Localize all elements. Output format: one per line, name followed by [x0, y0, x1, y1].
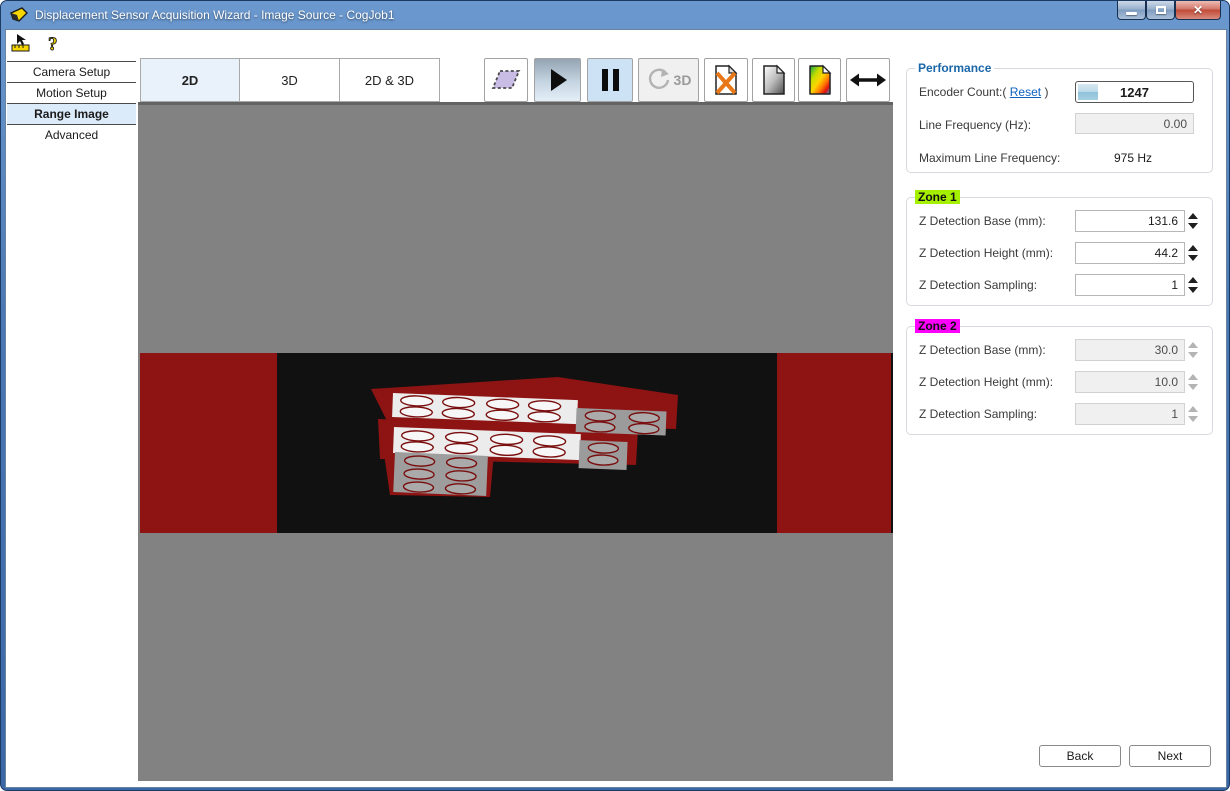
zone2-group: Zone 2 Z Detection Base (mm): 30.0 Z Det… [906, 326, 1213, 435]
zone1-base-value: 131.6 [1148, 214, 1178, 228]
zone2-base-spinner [1187, 339, 1199, 361]
fit-width-button[interactable] [846, 58, 890, 102]
performance-group-title: Performance [915, 61, 994, 75]
window-title: Displacement Sensor Acquisition Wizard -… [35, 8, 395, 22]
roi-region-button[interactable] [484, 58, 528, 102]
image-color-button[interactable] [798, 58, 841, 102]
zone1-sampling-value: 1 [1171, 278, 1178, 292]
image-color-icon [807, 64, 833, 96]
encoder-count-label-paren: ) [1044, 85, 1048, 99]
zone1-group: Zone 1 Z Detection Base (mm): 131.6 Z De… [906, 197, 1213, 306]
wizard-step-list: Camera Setup Motion Setup Range Image Ad… [7, 61, 136, 146]
encoder-count-number: 1247 [1120, 85, 1149, 100]
zone2-base-up-icon [1188, 342, 1198, 348]
zone1-height-input[interactable]: 44.2 [1075, 242, 1185, 264]
zone2-base-value: 30.0 [1155, 343, 1178, 357]
zone2-height-down-icon [1188, 384, 1198, 390]
rotate-3d-icon [646, 67, 672, 93]
zone2-sampling-spinner [1187, 403, 1199, 425]
sidebar-item-camera-setup[interactable]: Camera Setup [7, 61, 136, 82]
close-icon: ✕ [1193, 3, 1203, 17]
zone2-sampling-input: 1 [1075, 403, 1185, 425]
back-button[interactable]: Back [1039, 745, 1121, 767]
sidebar-item-advanced[interactable]: Advanced [7, 125, 136, 146]
zone1-height-down-icon[interactable] [1188, 255, 1198, 261]
line-frequency-label: Line Frequency (Hz): [919, 118, 1031, 132]
play-button[interactable] [534, 58, 581, 102]
app-icon [9, 6, 29, 24]
zone1-height-value: 44.2 [1155, 246, 1178, 260]
zone2-base-input: 30.0 [1075, 339, 1185, 361]
zone2-sampling-down-icon [1188, 416, 1198, 422]
pause-icon [602, 69, 619, 91]
zone1-base-input[interactable]: 131.6 [1075, 210, 1185, 232]
minimize-icon [1126, 12, 1137, 15]
sidebar-item-motion-setup[interactable]: Motion Setup [7, 82, 136, 103]
view-mode-tabs: 2D 3D 2D & 3D [140, 58, 440, 102]
help-icon[interactable]: ? [43, 33, 65, 53]
zone2-sampling-label: Z Detection Sampling: [919, 407, 1037, 421]
zone2-height-value: 10.0 [1155, 375, 1178, 389]
svg-text:?: ? [48, 34, 58, 53]
sidebar-item-range-image[interactable]: Range Image [7, 103, 136, 125]
zone1-base-down-icon[interactable] [1188, 223, 1198, 229]
zone2-sampling-value: 1 [1171, 407, 1178, 421]
fit-width-icon [850, 72, 886, 88]
zone1-sampling-up-icon[interactable] [1188, 277, 1198, 283]
max-line-frequency-value: 975 Hz [1114, 151, 1152, 165]
line-frequency-number: 0.00 [1164, 117, 1187, 131]
title-bar[interactable]: Displacement Sensor Acquisition Wizard -… [5, 1, 1227, 29]
zone1-group-title: Zone 1 [915, 190, 960, 204]
zone2-height-input: 10.0 [1075, 371, 1185, 393]
tab-2d-and-3d[interactable]: 2D & 3D [340, 58, 440, 102]
encoder-count-label-text: Encoder Count:( [919, 85, 1006, 99]
next-button[interactable]: Next [1129, 745, 1211, 767]
image-off-icon [712, 64, 740, 96]
zone1-height-spinner [1187, 242, 1199, 264]
zone1-sampling-input[interactable]: 1 [1075, 274, 1185, 296]
zone1-height-up-icon[interactable] [1188, 245, 1198, 251]
zone2-group-title: Zone 2 [915, 319, 960, 333]
max-line-frequency-label: Maximum Line Frequency: [919, 151, 1060, 165]
zone1-base-spinner [1187, 210, 1199, 232]
performance-group: Performance Encoder Count:( Reset ) 1247… [906, 68, 1213, 173]
encoder-gradient-icon [1078, 84, 1098, 100]
zone2-base-label: Z Detection Base (mm): [919, 343, 1046, 357]
measure-tool-icon[interactable] [11, 33, 33, 53]
encoder-count-value[interactable]: 1247 [1075, 81, 1194, 103]
zone2-base-down-icon [1188, 352, 1198, 358]
rotate-3d-button: 3D [638, 58, 699, 102]
range-image-viewport[interactable] [138, 102, 893, 781]
zone1-base-up-icon[interactable] [1188, 213, 1198, 219]
maximize-icon [1156, 6, 1166, 14]
zone1-sampling-down-icon[interactable] [1188, 287, 1198, 293]
window-frame: Displacement Sensor Acquisition Wizard -… [0, 0, 1230, 791]
maximize-button[interactable] [1146, 1, 1175, 20]
tab-2d[interactable]: 2D [140, 58, 240, 102]
zone2-height-label: Z Detection Height (mm): [919, 375, 1053, 389]
zone1-height-label: Z Detection Height (mm): [919, 246, 1053, 260]
zone1-sampling-spinner [1187, 274, 1199, 296]
zone2-sampling-up-icon [1188, 406, 1198, 412]
encoder-reset-link[interactable]: Reset [1010, 85, 1041, 99]
image-off-button[interactable] [704, 58, 748, 102]
rotate-3d-label: 3D [674, 72, 692, 88]
zone1-sampling-label: Z Detection Sampling: [919, 278, 1037, 292]
image-grayscale-button[interactable] [752, 58, 795, 102]
range-image [138, 105, 893, 781]
tab-3d[interactable]: 3D [240, 58, 340, 102]
zone2-height-spinner [1187, 371, 1199, 393]
roi-region-icon [491, 69, 521, 91]
zone1-base-label: Z Detection Base (mm): [919, 214, 1046, 228]
zone2-height-up-icon [1188, 374, 1198, 380]
image-grayscale-icon [761, 64, 787, 96]
encoder-count-label: Encoder Count:( Reset ) [919, 85, 1048, 99]
line-frequency-value: 0.00 [1075, 113, 1194, 134]
minimize-button[interactable] [1117, 1, 1146, 20]
pause-button[interactable] [587, 58, 633, 102]
play-icon [551, 69, 567, 91]
close-button[interactable]: ✕ [1175, 1, 1221, 20]
